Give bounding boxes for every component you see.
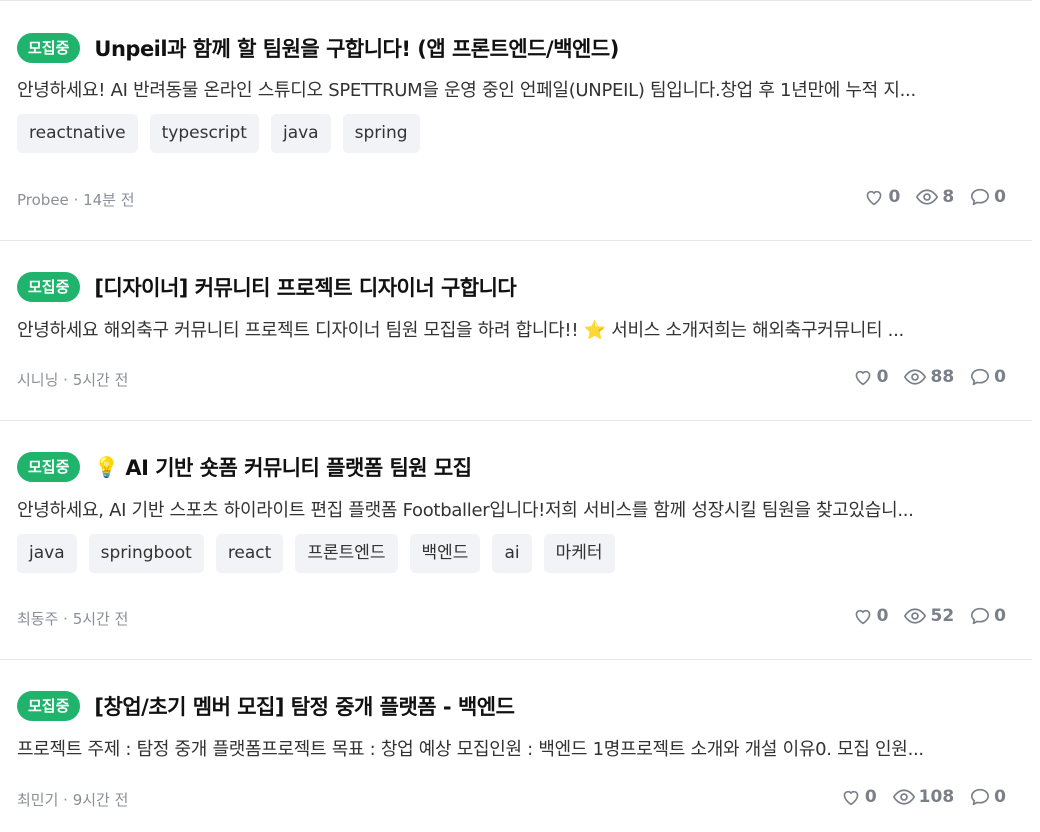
heart-icon [843, 790, 859, 806]
tag[interactable]: 마케터 [543, 534, 615, 573]
view-stat: 8 [916, 187, 954, 207]
view-stat: 52 [904, 606, 954, 626]
eye-icon [904, 369, 927, 385]
comment-stat[interactable]: 0 [970, 787, 1006, 807]
tag-list: java springboot react 프론트엔드 백엔드 ai 마케터 [17, 534, 615, 573]
post-stats: 0 8 0 [864, 187, 1006, 207]
comment-count: 0 [994, 787, 1006, 807]
comment-icon [971, 188, 990, 206]
view-stat: 88 [904, 367, 954, 387]
post-list: 모집중 Unpeil과 함께 할 팀원을 구합니다! (앱 프론트엔드/백엔드)… [0, 0, 1040, 830]
author-name: 최동주 [17, 610, 59, 628]
post-stats: 0 52 0 [853, 606, 1006, 626]
comment-icon [971, 607, 990, 625]
like-stat[interactable]: 0 [853, 606, 889, 626]
tag[interactable]: reactnative [17, 114, 138, 153]
comment-stat[interactable]: 0 [970, 367, 1006, 387]
eye-icon [904, 608, 927, 624]
view-count: 108 [918, 787, 955, 807]
author-name: Probee [17, 191, 69, 209]
like-stat[interactable]: 0 [853, 367, 889, 387]
post-card[interactable]: 모집중 [창업/초기 멤버 모집] 탐정 중개 플랫폼 - 백엔드 프로젝트 주… [0, 660, 1032, 830]
post-meta: 최동주 · 5시간 전 [17, 610, 129, 628]
post-time: 14분 전 [83, 191, 135, 209]
post-time: 9시간 전 [72, 791, 129, 809]
view-count: 8 [942, 187, 955, 207]
tag[interactable]: spring [342, 114, 420, 153]
post-title[interactable]: AI 기반 숏폼 커뮤니티 플랫폼 팀원 모집 [125, 452, 472, 482]
post-description: 안녕하세요, AI 기반 스포츠 하이라이트 편집 플랫폼 Footballer… [17, 500, 914, 521]
post-title[interactable]: [디자이너] 커뮤니티 프로젝트 디자이너 구합니다 [94, 272, 516, 302]
post-meta: Probee · 14분 전 [17, 191, 135, 209]
like-count: 0 [888, 187, 901, 207]
recruiting-badge: 모집중 [17, 452, 81, 482]
tag[interactable]: java [17, 534, 77, 573]
recruiting-badge: 모집중 [17, 33, 81, 63]
post-time: 5시간 전 [72, 371, 129, 389]
post-description: 안녕하세요 해외축구 커뮤니티 프로젝트 디자이너 팀원 모집을 하려 합니다!… [17, 320, 904, 341]
post-meta: 시니닝 · 5시간 전 [17, 371, 129, 389]
tag[interactable]: 백엔드 [409, 534, 481, 573]
view-stat: 108 [892, 787, 955, 807]
tag[interactable]: springboot [88, 534, 204, 573]
post-title-row: 모집중 💡 AI 기반 숏폼 커뮤니티 플랫폼 팀원 모집 [17, 452, 472, 482]
heart-icon [855, 370, 871, 386]
like-count: 0 [864, 787, 877, 807]
comment-icon [971, 368, 990, 386]
post-title[interactable]: [창업/초기 멤버 모집] 탐정 중개 플랫폼 - 백엔드 [94, 691, 515, 721]
comment-icon [971, 788, 990, 806]
comment-count: 0 [994, 606, 1006, 626]
post-title-row: 모집중 Unpeil과 함께 할 팀원을 구합니다! (앱 프론트엔드/백엔드) [17, 33, 619, 63]
eye-icon [916, 189, 939, 205]
post-title-row: 모집중 [디자이너] 커뮤니티 프로젝트 디자이너 구합니다 [17, 272, 517, 302]
tag[interactable]: java [270, 114, 331, 153]
post-meta: 최민기 · 9시간 전 [17, 791, 129, 809]
tag[interactable]: typescript [149, 114, 259, 153]
heart-icon [855, 609, 871, 625]
tag[interactable]: 프론트엔드 [295, 534, 398, 573]
view-count: 88 [930, 367, 955, 387]
post-card[interactable]: 모집중 Unpeil과 함께 할 팀원을 구합니다! (앱 프론트엔드/백엔드)… [0, 1, 1032, 241]
author-name: 최민기 [17, 791, 59, 809]
comment-count: 0 [994, 187, 1006, 207]
author-name: 시니닝 [17, 371, 59, 389]
post-time: 5시간 전 [72, 610, 129, 628]
post-card[interactable]: 모집중 [디자이너] 커뮤니티 프로젝트 디자이너 구합니다 안녕하세요 해외축… [0, 241, 1032, 421]
comment-count: 0 [994, 367, 1006, 387]
comment-stat[interactable]: 0 [970, 606, 1006, 626]
tag-list: reactnative typescript java spring [17, 114, 420, 153]
recruiting-badge: 모집중 [17, 691, 81, 721]
heart-icon [867, 190, 882, 206]
like-count: 0 [876, 606, 889, 626]
post-stats: 0 88 0 [853, 367, 1006, 387]
tag[interactable]: ai [492, 534, 532, 573]
recruiting-badge: 모집중 [17, 272, 81, 302]
view-count: 52 [930, 606, 955, 626]
post-title-row: 모집중 [창업/초기 멤버 모집] 탐정 중개 플랫폼 - 백엔드 [17, 691, 515, 721]
tag[interactable]: react [215, 534, 284, 573]
like-stat[interactable]: 0 [841, 787, 877, 807]
post-stats: 0 108 0 [841, 787, 1006, 807]
like-stat[interactable]: 0 [864, 187, 900, 207]
eye-icon [892, 789, 915, 805]
like-count: 0 [876, 367, 889, 387]
post-title[interactable]: Unpeil과 함께 할 팀원을 구합니다! (앱 프론트엔드/백엔드) [94, 33, 619, 63]
post-description: 프로젝트 주제 : 탐정 중개 플랫폼프로젝트 목표 : 창업 예상 모집인원 … [17, 739, 924, 760]
post-description: 안녕하세요! AI 반려동물 온라인 스튜디오 SPETTRUM을 운영 중인 … [17, 80, 916, 101]
comment-stat[interactable]: 0 [970, 187, 1006, 207]
lightbulb-icon: 💡 [94, 455, 120, 479]
post-card[interactable]: 모집중 💡 AI 기반 숏폼 커뮤니티 플랫폼 팀원 모집 안녕하세요, AI … [0, 421, 1032, 660]
